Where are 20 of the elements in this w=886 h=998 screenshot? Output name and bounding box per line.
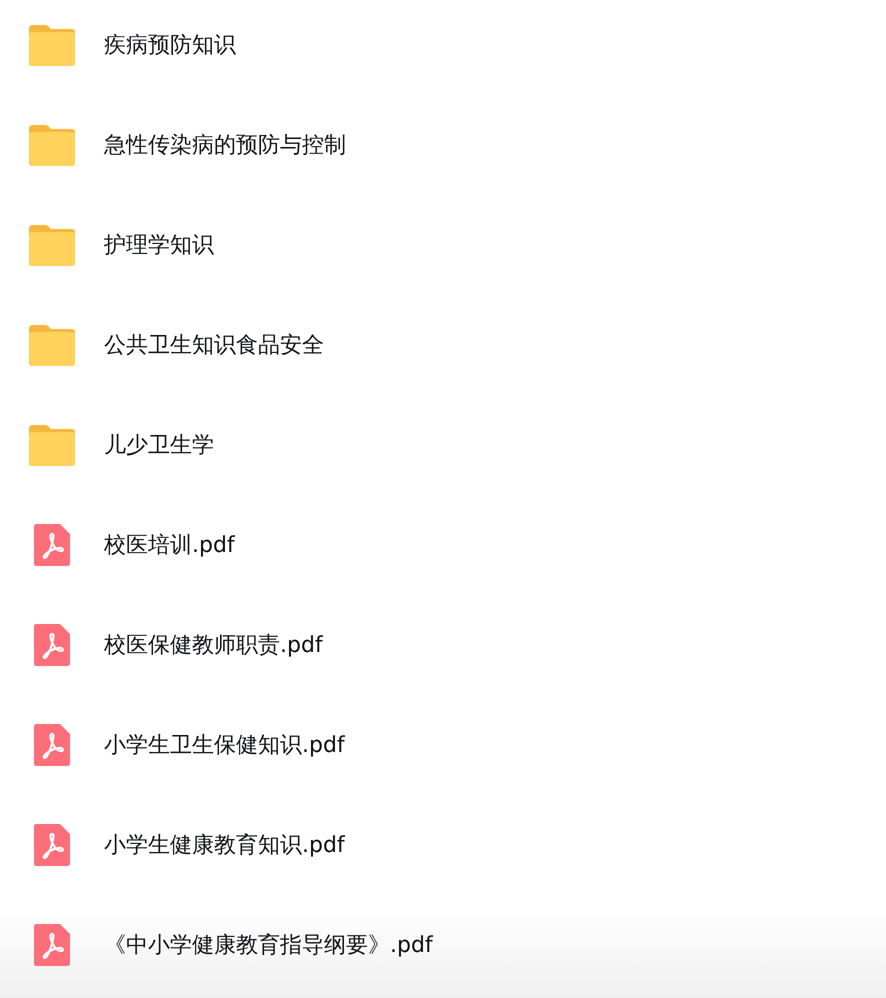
file-name[interactable]: 疾病预防知识 [104, 30, 236, 60]
folder-icon [27, 323, 77, 367]
pdf-icon [33, 523, 71, 567]
file-name[interactable]: 儿少卫生学 [104, 430, 214, 460]
pdf-icon [33, 623, 71, 667]
file-name[interactable]: 校医培训.pdf [104, 530, 235, 560]
folder-icon [27, 123, 77, 167]
folder-icon [27, 223, 77, 267]
folder-icon [27, 23, 77, 67]
pdf-icon [33, 923, 71, 967]
pdf-icon [33, 823, 71, 867]
file-name[interactable]: 护理学知识 [104, 230, 214, 260]
file-name[interactable]: 校医保健教师职责.pdf [104, 630, 323, 660]
pdf-icon [33, 723, 71, 767]
file-name[interactable]: 小学生健康教育知识.pdf [104, 830, 345, 860]
file-name[interactable]: 小学生卫生保健知识.pdf [104, 730, 345, 760]
file-name[interactable]: 急性传染病的预防与控制 [104, 130, 346, 160]
folder-icon [27, 423, 77, 467]
file-name[interactable]: 《中小学健康教育指导纲要》.pdf [104, 930, 433, 960]
file-name[interactable]: 公共卫生知识食品安全 [104, 330, 324, 360]
